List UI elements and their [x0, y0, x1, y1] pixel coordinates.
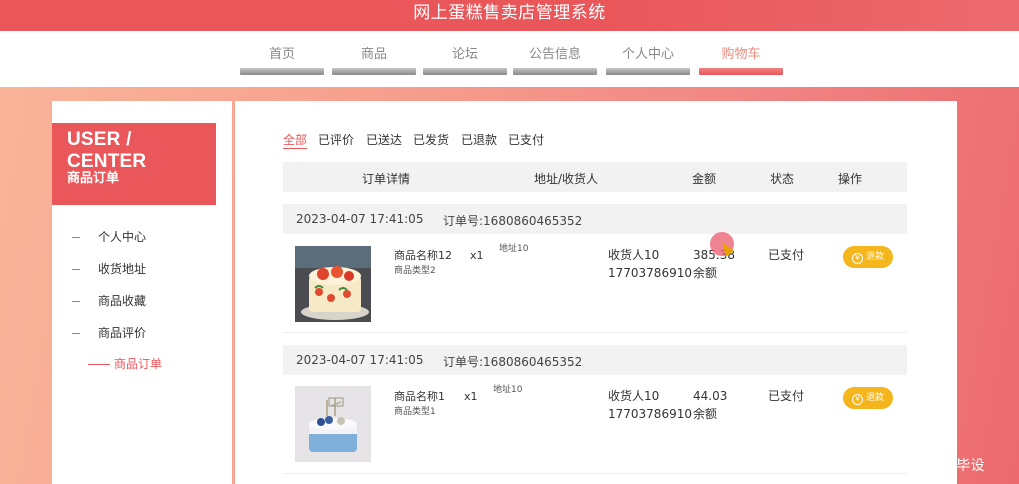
sidebar-item-label: 商品订单 [114, 357, 163, 371]
order-amount: 44.03 [693, 389, 728, 403]
order-time: 2023-04-07 17:41:05 [296, 353, 424, 367]
nav-home-label: 首页 [268, 47, 295, 62]
nav-home-underline [240, 68, 324, 75]
nav-forum-label: 论坛 [451, 47, 478, 62]
tab-shipped[interactable]: 已发货 [413, 132, 449, 148]
nav-forum[interactable]: 论坛 [423, 45, 507, 75]
refund-button[interactable]: ¥ 退款 [843, 246, 893, 268]
order-header: 2023-04-07 17:41:05 订单号:1680860465352 [283, 345, 907, 375]
receiver-phone: 17703786910 [608, 266, 692, 280]
dash-icon [88, 364, 110, 365]
receiver-name: 收货人10 [608, 389, 660, 403]
header-amount: 金额 [692, 172, 717, 186]
product-quantity: x1 [470, 249, 484, 262]
dash-icon [72, 333, 80, 334]
order-status: 已支付 [768, 389, 805, 403]
tab-reviewed[interactable]: 已评价 [318, 132, 354, 148]
nav-products-label: 商品 [360, 47, 387, 62]
product-name[interactable]: 商品名称1 [394, 388, 445, 404]
dash-icon [72, 301, 80, 302]
yen-circle-icon: ¥ [851, 394, 863, 405]
sidebar-item-favorites[interactable]: 商品收藏 [72, 292, 146, 310]
nav-personal-center[interactable]: 个人中心 [606, 45, 690, 75]
header-actions: 操作 [838, 172, 863, 186]
dash-icon [72, 237, 80, 238]
nav-products[interactable]: 商品 [332, 45, 416, 75]
sidebar-item-label: 收货地址 [98, 262, 147, 276]
nav-home[interactable]: 首页 [240, 45, 324, 75]
tab-all[interactable]: 全部 [283, 132, 308, 149]
cake-image-blue [295, 386, 371, 462]
nav-announcements-label: 公告信息 [528, 47, 581, 62]
pay-method: 余额 [693, 266, 718, 280]
receiver-name: 收货人10 [608, 248, 660, 262]
nav-forum-underline [423, 68, 507, 75]
refund-label: 退款 [865, 252, 884, 262]
nav-announcements-underline [513, 68, 597, 75]
sidebar-item-orders[interactable]: 商品订单 [88, 355, 162, 373]
watermark-text: CSDN @一点毕设 [868, 457, 985, 473]
sidebar-item-addresses[interactable]: 收货地址 [72, 260, 146, 278]
dash-icon [72, 269, 80, 270]
order-status: 已支付 [768, 248, 805, 262]
product-type: 商品类型2 [394, 266, 436, 276]
refund-label: 退款 [865, 393, 884, 403]
product-type: 商品类型1 [394, 407, 436, 417]
tab-refunded[interactable]: 已退款 [461, 132, 497, 148]
cake-image-strawberry [295, 246, 371, 322]
header-address-receiver: 地址/收货人 [534, 172, 599, 186]
order-address: 地址10 [499, 244, 529, 254]
sidebar-item-label: 个人中心 [98, 230, 147, 244]
sidebar-item-label: 商品评价 [98, 326, 147, 340]
nav-announcements[interactable]: 公告信息 [513, 45, 597, 75]
nav-cart-underline [699, 68, 783, 75]
sidebar-item-label: 商品收藏 [98, 294, 147, 308]
order-time: 2023-04-07 17:41:05 [296, 212, 424, 226]
table-header: 订单详情 地址/收货人 金额 状态 操作 [283, 162, 907, 192]
order-address: 地址10 [493, 385, 523, 395]
header-status: 状态 [770, 172, 795, 186]
sidebar: USER / CENTER 商品订单 个人中心 收货地址 商品收藏 商品评价 商… [52, 101, 232, 484]
product-image[interactable] [295, 246, 371, 322]
nav-cart[interactable]: 购物车 [699, 45, 783, 75]
nav-cart-label: 购物车 [721, 47, 761, 62]
main-nav: 首页 商品 论坛 公告信息 个人中心 购物车 [0, 31, 1019, 87]
receiver-phone: 17703786910 [608, 407, 692, 421]
product-quantity: x1 [464, 390, 478, 403]
app-header: 网上蛋糕售卖店管理系统 [0, 0, 1019, 31]
nav-personal-center-underline [606, 68, 690, 75]
pay-method: 余额 [693, 407, 718, 421]
sidebar-item-reviews[interactable]: 商品评价 [72, 324, 146, 342]
tab-paid[interactable]: 已支付 [508, 132, 544, 148]
product-image[interactable] [295, 386, 371, 462]
user-center-subtitle: 商品订单 [67, 171, 120, 186]
order-number: 订单号:1680860465352 [443, 214, 583, 228]
nav-personal-center-label: 个人中心 [621, 47, 674, 62]
app-title: 网上蛋糕售卖店管理系统 [413, 3, 606, 23]
sidebar-item-personal-center[interactable]: 个人中心 [72, 228, 146, 246]
refund-button[interactable]: ¥ 退款 [843, 387, 893, 409]
order-header: 2023-04-07 17:41:05 订单号:1680860465352 [283, 204, 907, 234]
orders-panel: 全部 已评价 已送达 已发货 已退款 已支付 订单详情 地址/收货人 金额 状态… [235, 101, 957, 484]
product-name[interactable]: 商品名称12 [394, 247, 452, 263]
yen-circle-icon: ¥ [851, 253, 863, 264]
header-order-detail: 订单详情 [362, 172, 411, 186]
tab-delivered[interactable]: 已送达 [366, 132, 402, 148]
nav-products-underline [332, 68, 416, 75]
order-divider [283, 332, 907, 333]
order-divider [283, 473, 907, 474]
order-number: 订单号:1680860465352 [443, 355, 583, 369]
user-center-banner: USER / CENTER 商品订单 [52, 123, 216, 205]
